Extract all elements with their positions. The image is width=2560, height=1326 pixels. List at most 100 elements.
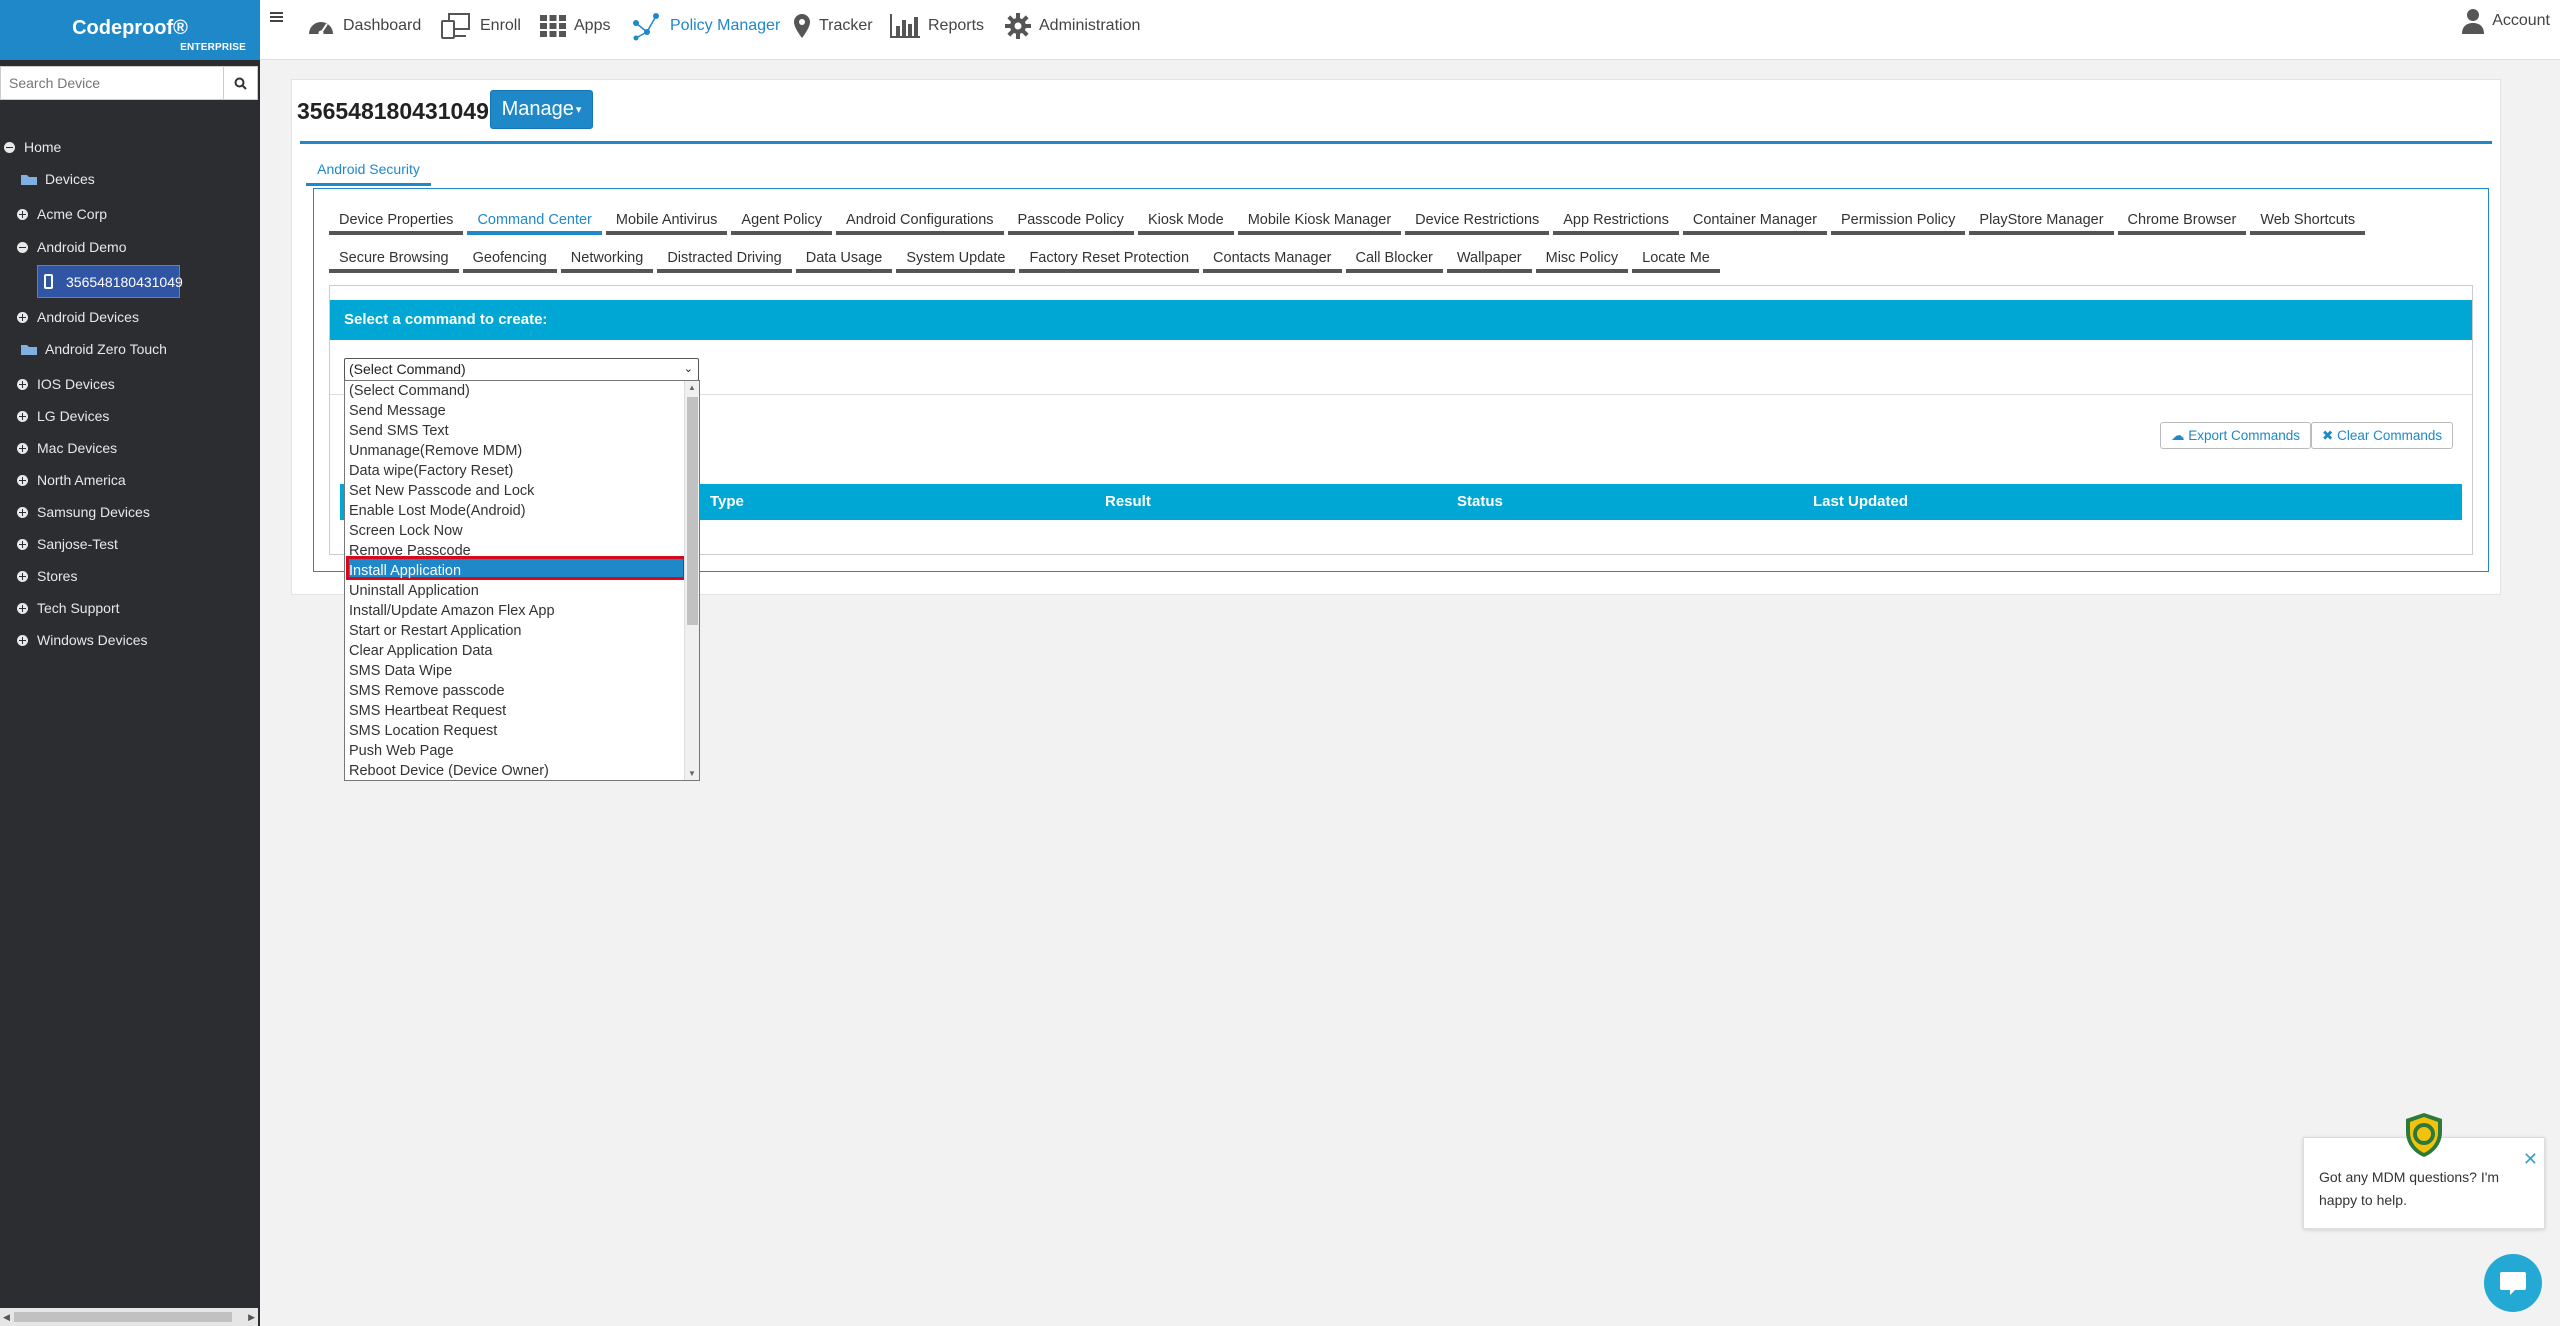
command-option-install-application[interactable]: Install Application	[349, 561, 461, 581]
nav-policy-manager[interactable]: Policy Manager	[630, 12, 780, 41]
tree-item-windows-devices[interactable]: Windows Devices	[17, 628, 147, 652]
command-option-sms-data-wipe[interactable]: SMS Data Wipe	[349, 661, 452, 681]
tree-item-tech-support[interactable]: Tech Support	[17, 596, 120, 620]
command-option-start-or-restart-application[interactable]: Start or Restart Application	[349, 621, 521, 641]
tab-container-manager[interactable]: Container Manager	[1682, 209, 1827, 235]
command-option-set-new-passcode-and-lock[interactable]: Set New Passcode and Lock	[349, 481, 534, 501]
tree-item-mac-devices[interactable]: Mac Devices	[17, 436, 117, 460]
tab-android-configurations[interactable]: Android Configurations	[836, 209, 1004, 235]
tab-app-restrictions[interactable]: App Restrictions	[1553, 209, 1679, 235]
tab-android-security[interactable]: Android Security	[306, 158, 431, 186]
tab-call-blocker[interactable]: Call Blocker	[1345, 247, 1443, 273]
nav-reports[interactable]: Reports	[890, 12, 984, 40]
command-option-send-message[interactable]: Send Message	[349, 401, 446, 421]
scrollbar-thumb[interactable]	[14, 1312, 232, 1322]
export-commands-button[interactable]: ☁ Export Commands	[2160, 422, 2312, 449]
tab-system-update[interactable]: System Update	[896, 247, 1016, 273]
clear-commands-button[interactable]: ✖ Clear Commands	[2311, 422, 2454, 449]
brand-logo[interactable]: Codeproof® ENTERPRISE	[0, 0, 260, 60]
tab-mobile-antivirus[interactable]: Mobile Antivirus	[605, 209, 728, 235]
policy-tabs-row-2: Secure Browsing Geofencing Networking Distr…	[329, 247, 1724, 273]
tree-item-selected-device[interactable]: 356548180431049	[37, 265, 183, 298]
command-option-remove-passcode[interactable]: Remove Passcode	[349, 541, 471, 561]
command-option-reboot-device-device-owner[interactable]: Reboot Device (Device Owner)	[349, 761, 549, 781]
tree-item-android-demo[interactable]: Android Demo	[17, 235, 127, 259]
command-option-push-web-page[interactable]: Push Web Page	[349, 741, 454, 761]
sidebar-horizontal-scrollbar[interactable]: ◀ ▶	[0, 1308, 258, 1326]
menu-toggle-icon[interactable]	[270, 12, 283, 22]
tab-distracted-driving[interactable]: Distracted Driving	[657, 247, 792, 273]
chat-launcher-button[interactable]	[2484, 1254, 2542, 1312]
tab-secure-browsing[interactable]: Secure Browsing	[329, 247, 459, 273]
tab-factory-reset-protection[interactable]: Factory Reset Protection	[1019, 247, 1200, 273]
search-button[interactable]	[223, 67, 257, 99]
command-option-select-command[interactable]: (Select Command)	[349, 381, 470, 401]
tab-misc-policy[interactable]: Misc Policy	[1535, 247, 1629, 273]
command-option-sms-heartbeat-request[interactable]: SMS Heartbeat Request	[349, 701, 506, 721]
command-option-uninstall-application[interactable]: Uninstall Application	[349, 581, 479, 601]
command-option-clear-application-data[interactable]: Clear Application Data	[349, 641, 492, 661]
tab-geofencing[interactable]: Geofencing	[462, 247, 557, 273]
nav-enroll[interactable]: Enroll	[440, 12, 521, 40]
tab-device-restrictions[interactable]: Device Restrictions	[1405, 209, 1550, 235]
command-option-screen-lock-now[interactable]: Screen Lock Now	[349, 521, 463, 541]
tab-passcode-policy[interactable]: Passcode Policy	[1007, 209, 1134, 235]
scrollbar-thumb[interactable]	[687, 397, 698, 625]
command-select[interactable]: (Select Command) ⌄	[344, 358, 699, 381]
command-option-send-sms-text[interactable]: Send SMS Text	[349, 421, 449, 441]
command-option-sms-remove-passcode[interactable]: SMS Remove passcode	[349, 681, 505, 701]
command-option-data-wipe-factory-reset[interactable]: Data wipe(Factory Reset)	[349, 461, 513, 481]
manage-button[interactable]: Manage ▾	[490, 90, 593, 129]
close-icon[interactable]: ✕	[2523, 1148, 2538, 1171]
nav-administration[interactable]: Administration	[1005, 12, 1140, 40]
search-input[interactable]	[1, 67, 221, 99]
page-scrollbar[interactable]	[2548, 60, 2560, 1326]
tree-item-sanjose-test[interactable]: Sanjose-Test	[17, 532, 118, 556]
tab-web-shortcuts[interactable]: Web Shortcuts	[2250, 209, 2366, 235]
account-menu[interactable]: Account	[2462, 8, 2550, 34]
scroll-left-icon[interactable]: ◀	[3, 1312, 10, 1323]
tab-contacts-manager[interactable]: Contacts Manager	[1203, 247, 1342, 273]
tree-item-ios-devices[interactable]: IOS Devices	[17, 372, 115, 396]
tree-item-north-america[interactable]: North America	[17, 468, 126, 492]
tab-mobile-kiosk-manager[interactable]: Mobile Kiosk Manager	[1237, 209, 1402, 235]
scroll-down-icon[interactable]: ▼	[688, 769, 696, 778]
tree-label: Android Devices	[37, 309, 139, 325]
command-option-sms-location-request[interactable]: SMS Location Request	[349, 721, 497, 741]
column-status: Status	[1457, 493, 1503, 510]
tab-wallpaper[interactable]: Wallpaper	[1446, 247, 1532, 273]
command-option-install-update-amazon-flex-app[interactable]: Install/Update Amazon Flex App	[349, 601, 555, 621]
tab-command-center[interactable]: Command Center	[467, 209, 602, 235]
tree-item-lg-devices[interactable]: LG Devices	[17, 404, 109, 428]
tab-chrome-browser[interactable]: Chrome Browser	[2117, 209, 2247, 235]
tab-locate-me[interactable]: Locate Me	[1632, 247, 1720, 273]
tree-label: Mac Devices	[37, 440, 118, 456]
tab-playstore-manager[interactable]: PlayStore Manager	[1969, 209, 2114, 235]
chat-message: Got any MDM questions? I'm happy to help…	[2319, 1169, 2500, 1208]
tab-data-usage[interactable]: Data Usage	[795, 247, 893, 273]
nav-dashboard[interactable]: Dashboard	[307, 12, 421, 40]
tab-agent-policy[interactable]: Agent Policy	[731, 209, 833, 235]
tab-networking[interactable]: Networking	[560, 247, 654, 273]
tree-item-android-devices[interactable]: Android Devices	[17, 305, 139, 329]
nav-tracker[interactable]: Tracker	[793, 12, 873, 40]
tree-item-devices[interactable]: Devices	[20, 167, 95, 191]
command-option-unmanage-remove-mdm[interactable]: Unmanage(Remove MDM)	[349, 441, 522, 461]
tree-item-android-zero-touch[interactable]: Android Zero Touch	[20, 337, 167, 361]
command-option-enable-lost-mode-android[interactable]: Enable Lost Mode(Android)	[349, 501, 526, 521]
command-header: Select a command to create:	[330, 300, 2472, 340]
tree-item-stores[interactable]: Stores	[17, 564, 77, 588]
dropdown-scrollbar[interactable]: ▲ ▼	[684, 381, 699, 780]
nav-apps[interactable]: Apps	[540, 12, 610, 40]
scroll-up-icon[interactable]: ▲	[688, 383, 696, 392]
tree-item-acme-corp[interactable]: Acme Corp	[17, 202, 107, 226]
tab-device-properties[interactable]: Device Properties	[329, 209, 464, 235]
tree-item-home[interactable]: Home	[4, 135, 61, 159]
tree-label: Windows Devices	[37, 632, 148, 648]
device-id-title: 356548180431049	[297, 98, 489, 124]
tab-kiosk-mode[interactable]: Kiosk Mode	[1137, 209, 1234, 235]
command-dropdown-list[interactable]: ▲ ▼ (Select Command) Send Message Send SMS…	[344, 380, 700, 781]
tree-item-samsung-devices[interactable]: Samsung Devices	[17, 500, 150, 524]
scroll-right-icon[interactable]: ▶	[248, 1312, 255, 1323]
tab-permission-policy[interactable]: Permission Policy	[1830, 209, 1966, 235]
